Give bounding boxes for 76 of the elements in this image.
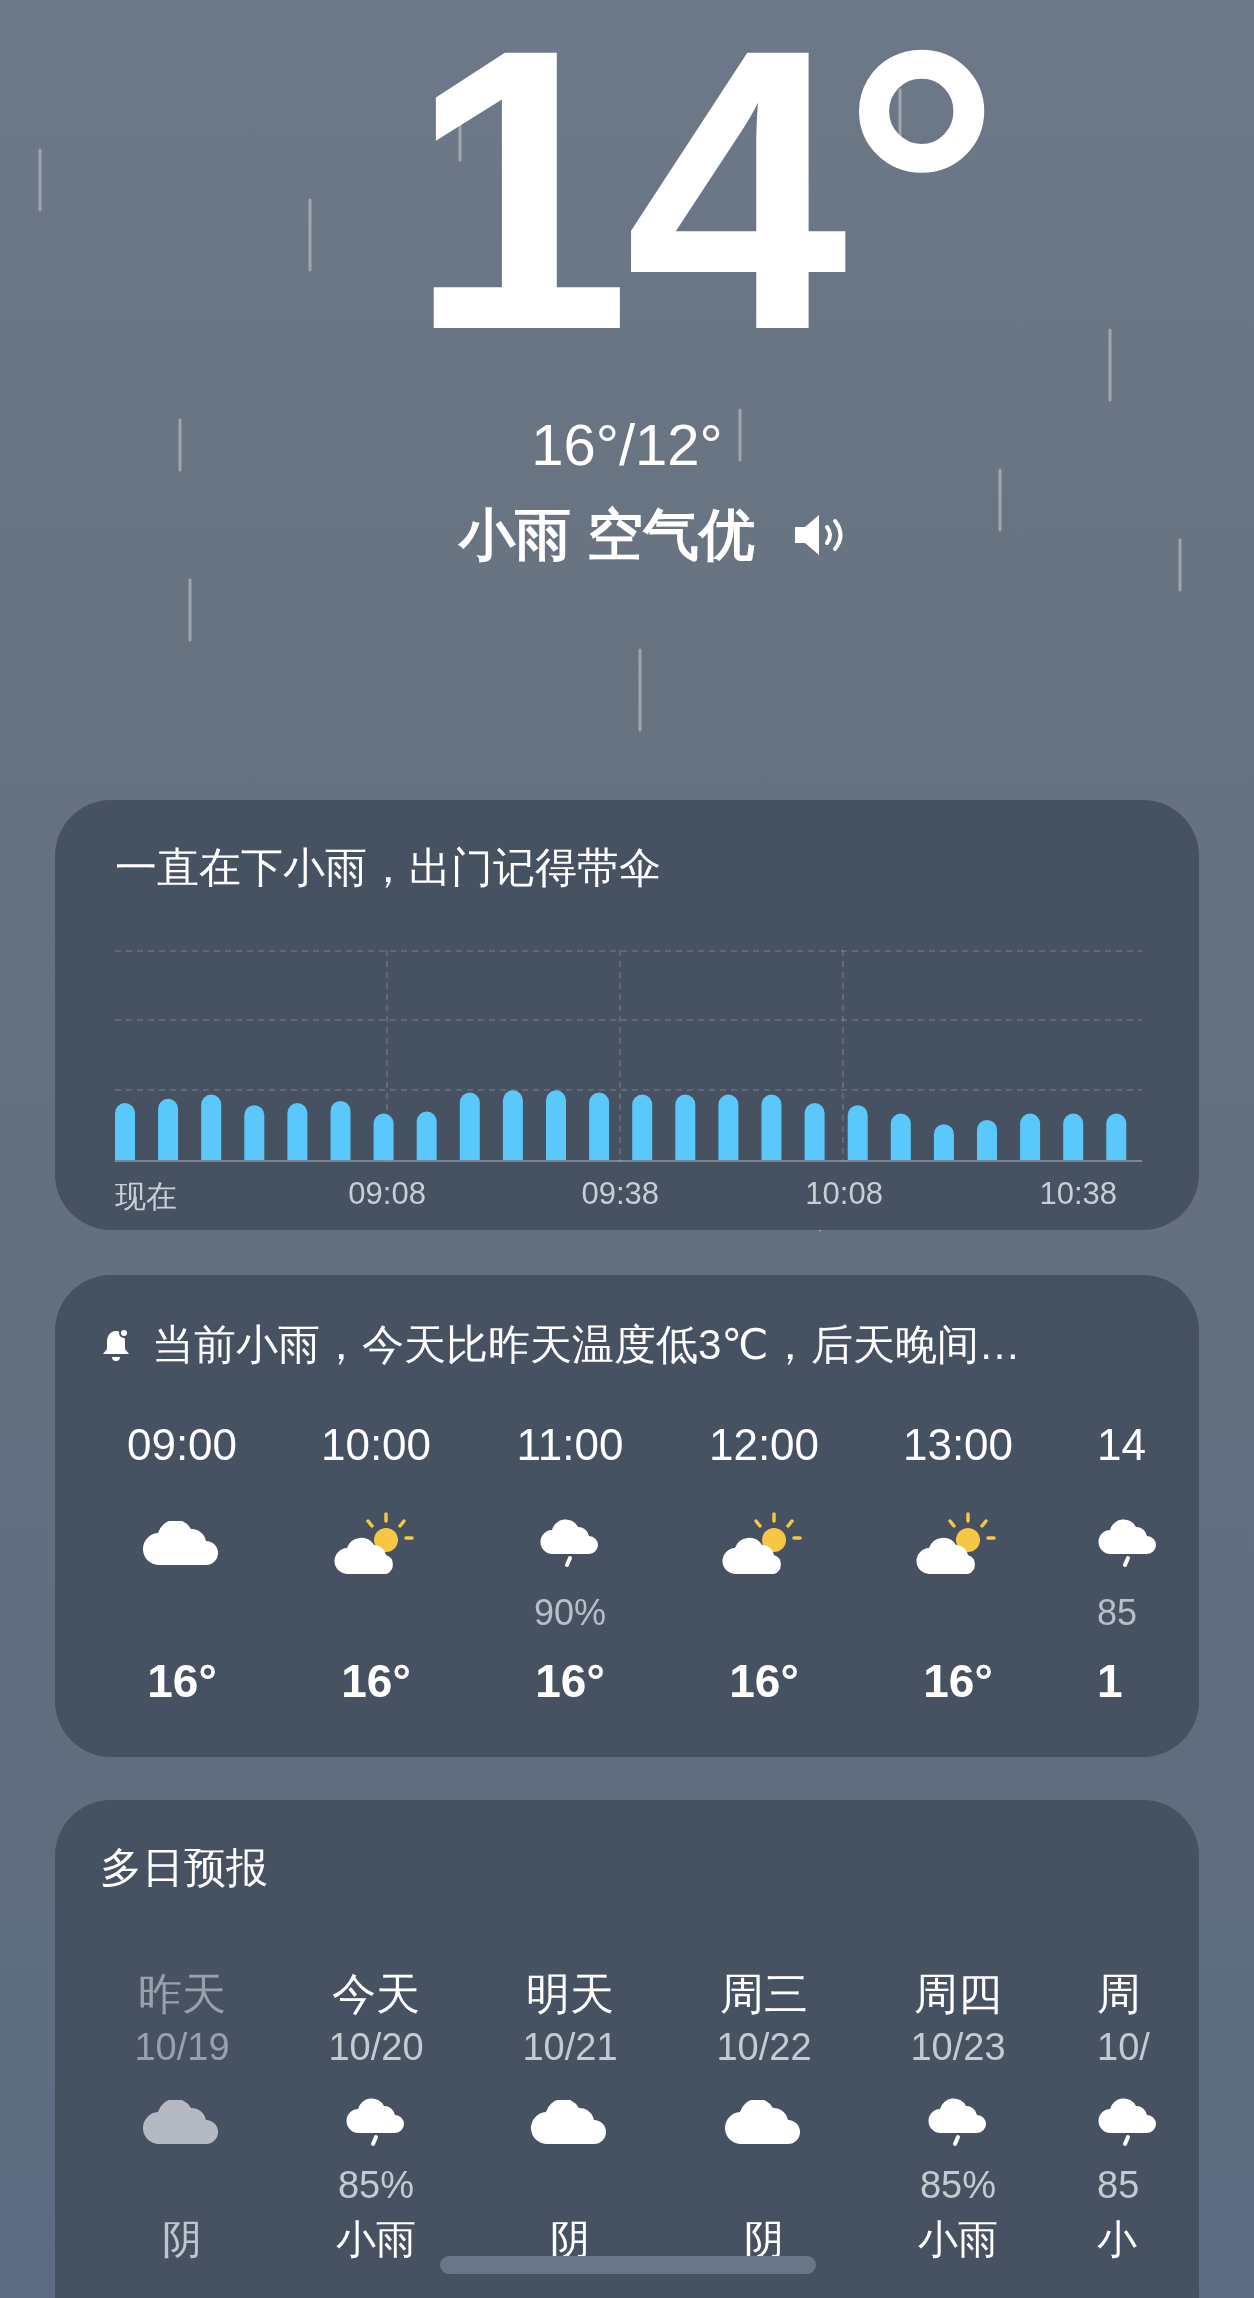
hour-temperature: 1	[1097, 1654, 1123, 1709]
rain-bar	[718, 1094, 739, 1160]
day-condition: 阴	[744, 2216, 784, 2263]
time-axis-label: 10:38	[1039, 1176, 1118, 1212]
day-date: 10/22	[716, 2025, 812, 2070]
hour-time: 11:00	[516, 1419, 624, 1471]
rain-bar	[546, 1090, 566, 1160]
rain-icon	[927, 2097, 989, 2147]
rain-bar	[1020, 1113, 1041, 1160]
rain-bar	[632, 1094, 653, 1160]
hour-time: 10:00	[320, 1419, 432, 1471]
day-label: 明天	[526, 1968, 614, 2020]
precipitation-chance: 85%	[919, 2163, 997, 2208]
rain-bar	[1063, 1113, 1084, 1160]
day-label: 昨天	[138, 1968, 226, 2020]
rain-bar	[847, 1105, 868, 1160]
day-condition: 小雨	[336, 2216, 416, 2263]
time-axis-label: 09:08	[348, 1176, 426, 1212]
day-label: 周三	[720, 1968, 808, 2020]
hour-time: 12:00	[708, 1419, 820, 1471]
current-temperature: 14°	[407, 10, 996, 370]
rain-bar	[244, 1105, 265, 1160]
hour-temperature: 16°	[923, 1654, 993, 1709]
bell-icon	[100, 1327, 132, 1363]
hour-temperature: 16°	[535, 1654, 605, 1709]
day-condition: 阴	[550, 2216, 590, 2263]
rain-bar	[416, 1111, 437, 1160]
time-axis-label: 10:08	[805, 1176, 883, 1212]
day-date: 10/20	[328, 2025, 424, 2070]
precipitation-chance: 85	[1097, 1593, 1138, 1633]
rain-bar	[158, 1098, 179, 1160]
rain-bar	[589, 1092, 610, 1160]
time-axis-label: 09:38	[581, 1176, 660, 1212]
hour-time: 09:00	[126, 1419, 238, 1471]
rain-icon	[1097, 1518, 1159, 1568]
day-condition: 阴	[162, 2216, 202, 2263]
rain-bar	[502, 1090, 523, 1160]
high-low-temperature: 16°/12°	[531, 411, 723, 479]
precipitation-chance: 85%	[337, 2163, 415, 2208]
rain-message: 一直在下小雨，出门记得带伞	[115, 843, 661, 893]
day-label: 周	[1097, 1968, 1141, 2020]
rain-bar	[977, 1119, 997, 1160]
rain-bar	[761, 1094, 782, 1160]
hour-time: 14	[1097, 1419, 1146, 1471]
rain-icon	[1097, 2097, 1159, 2147]
rain-bar	[287, 1103, 308, 1160]
day-date: 10/19	[134, 2025, 230, 2070]
day-date: 10/23	[910, 2025, 1006, 2070]
rain-icon	[539, 1518, 601, 1568]
rain-bar	[1106, 1113, 1127, 1160]
precipitation-chance: 90%	[533, 1593, 607, 1633]
rain-bar	[933, 1124, 954, 1160]
precipitation-chance: 85	[1097, 2163, 1140, 2208]
hour-temperature: 16°	[147, 1654, 217, 1709]
rain-bar	[115, 1103, 135, 1160]
hour-time: 13:00	[902, 1419, 1014, 1471]
time-axis-label: 现在	[115, 1178, 177, 1216]
day-condition: 小雨	[918, 2216, 998, 2263]
day-date: 10/	[1097, 2025, 1150, 2070]
day-label: 周四	[914, 1968, 1002, 2020]
rain-bar	[890, 1113, 911, 1160]
day-date: 10/21	[522, 2025, 618, 2070]
rain-bar	[804, 1103, 825, 1160]
rain-bar	[373, 1113, 394, 1160]
day-label: 今天	[332, 1968, 420, 2020]
rain-bar	[330, 1100, 351, 1160]
rain-bar	[459, 1092, 480, 1160]
rain-bar	[201, 1094, 222, 1160]
rain-bar	[675, 1094, 696, 1160]
card-title: 多日预报	[100, 1843, 268, 1893]
rain-icon	[345, 2097, 407, 2147]
alert-text: 当前小雨，今天比昨天温度低3℃，后天晚间…	[152, 1320, 1021, 1370]
day-condition: 小	[1097, 2216, 1137, 2263]
weather-condition: 小雨 空气优	[459, 502, 755, 568]
hour-temperature: 16°	[729, 1654, 799, 1709]
hour-temperature: 16°	[341, 1654, 411, 1709]
